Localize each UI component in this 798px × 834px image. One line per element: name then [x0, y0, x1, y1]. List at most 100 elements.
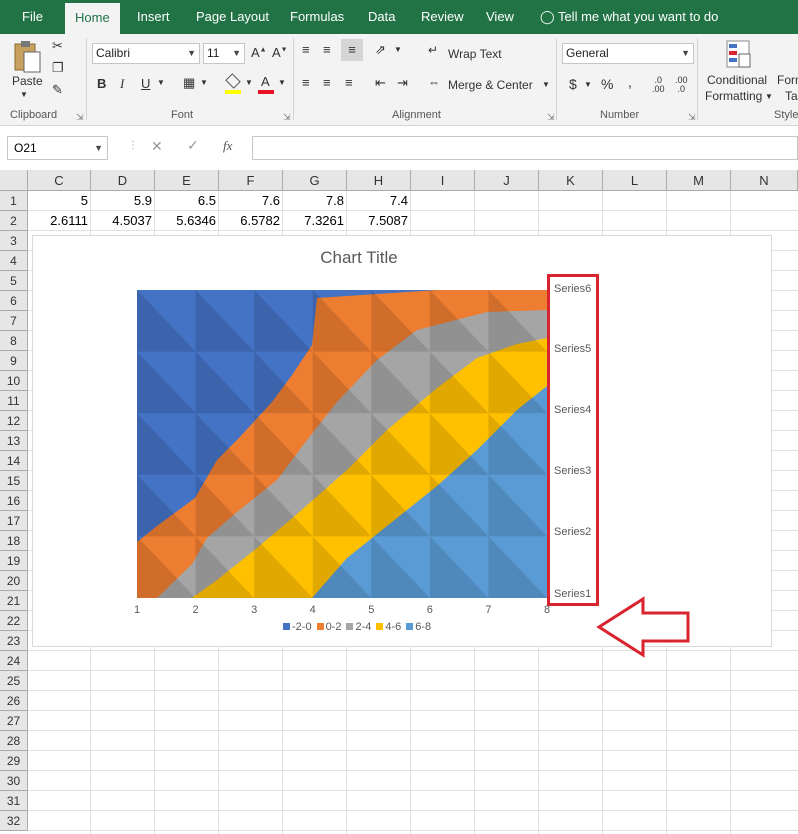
italic-icon[interactable]: I [120, 76, 124, 92]
orientation-icon[interactable]: ⇗ [375, 42, 386, 58]
row-header-28[interactable]: 28 [0, 731, 28, 751]
column-header-n[interactable]: N [731, 170, 798, 191]
chevron-down-icon[interactable]: ▼ [394, 45, 402, 54]
decrease-decimal-icon[interactable]: .00.0 [675, 76, 688, 94]
row-header-13[interactable]: 13 [0, 431, 28, 451]
chevron-down-icon[interactable]: ▼ [245, 78, 253, 87]
tab-data[interactable]: Data [368, 0, 395, 34]
tab-formulas[interactable]: Formulas [290, 0, 344, 34]
currency-button[interactable]: $ [569, 76, 577, 92]
row-header-24[interactable]: 24 [0, 651, 28, 671]
cell-h2[interactable]: 7.5087 [347, 211, 410, 231]
cell-d2[interactable]: 4.5037 [91, 211, 154, 231]
select-all-corner[interactable] [0, 170, 28, 191]
merge-center-button[interactable]: Merge & Center [448, 78, 533, 92]
row-header-5[interactable]: 5 [0, 271, 28, 291]
legend-item[interactable]: 6-8 [406, 621, 431, 633]
row-header-22[interactable]: 22 [0, 611, 28, 631]
row-header-3[interactable]: 3 [0, 231, 28, 251]
column-header-i[interactable]: I [411, 170, 475, 191]
tab-view[interactable]: View [486, 0, 514, 34]
chart-legend[interactable]: -2-0 0-2 2-4 4-6 6-8 [283, 621, 436, 633]
row-header-29[interactable]: 29 [0, 751, 28, 771]
conditional-formatting-button[interactable]: Conditional [707, 73, 767, 87]
column-header-c[interactable]: C [28, 170, 91, 191]
name-box[interactable]: O21 ▼ [7, 136, 108, 160]
row-header-26[interactable]: 26 [0, 691, 28, 711]
row-header-30[interactable]: 30 [0, 771, 28, 791]
fill-color-icon[interactable] [225, 73, 241, 94]
legend-item[interactable]: -2-0 [283, 621, 312, 633]
comma-button[interactable]: , [628, 74, 632, 90]
chevron-down-icon[interactable]: ▼ [584, 80, 592, 89]
chevron-down-icon[interactable]: ▼ [765, 92, 773, 101]
format-painter-icon[interactable]: ✎ [52, 82, 63, 98]
row-header-20[interactable]: 20 [0, 571, 28, 591]
cell-g2[interactable]: 7.3261 [283, 211, 346, 231]
tab-file[interactable]: File [22, 0, 43, 34]
align-center-icon[interactable]: ≡ [323, 75, 331, 90]
decrease-font-icon[interactable]: A▼ [272, 45, 288, 60]
row-header-25[interactable]: 25 [0, 671, 28, 691]
row-header-4[interactable]: 4 [0, 251, 28, 271]
row-header-9[interactable]: 9 [0, 351, 28, 371]
legend-item[interactable]: 0-2 [316, 621, 341, 633]
row-header-32[interactable]: 32 [0, 811, 28, 831]
row-header-6[interactable]: 6 [0, 291, 28, 311]
cell-f2[interactable]: 6.5782 [219, 211, 282, 231]
row-header-15[interactable]: 15 [0, 471, 28, 491]
chevron-down-icon[interactable]: ▼ [542, 80, 550, 89]
row-header-23[interactable]: 23 [0, 631, 28, 651]
row-header-14[interactable]: 14 [0, 451, 28, 471]
paste-icon[interactable] [12, 40, 42, 74]
legend-item[interactable]: 2-4 [346, 621, 371, 633]
column-header-l[interactable]: L [603, 170, 667, 191]
paste-button[interactable]: Paste [12, 74, 43, 88]
row-header-18[interactable]: 18 [0, 531, 28, 551]
row-header-8[interactable]: 8 [0, 331, 28, 351]
decrease-indent-icon[interactable]: ⇤ [375, 75, 386, 91]
increase-indent-icon[interactable]: ⇥ [397, 75, 408, 91]
wrap-text-button[interactable]: Wrap Text [448, 47, 502, 61]
percent-button[interactable]: % [601, 76, 613, 92]
resize-handle-icon[interactable]: ⋮ [128, 140, 138, 151]
row-header-7[interactable]: 7 [0, 311, 28, 331]
font-color-icon[interactable]: A [258, 74, 274, 94]
row-header-1[interactable]: 1 [0, 191, 28, 211]
row-header-21[interactable]: 21 [0, 591, 28, 611]
font-name-dropdown[interactable]: Calibri ▼ [92, 43, 200, 64]
bottom-align-icon[interactable]: ≡ [341, 39, 363, 61]
row-header-12[interactable]: 12 [0, 411, 28, 431]
copy-icon[interactable]: ❐ [52, 60, 64, 76]
chart-title[interactable]: Chart Title [33, 248, 685, 268]
chevron-down-icon[interactable]: ▼ [157, 78, 165, 87]
cancel-icon[interactable]: ✕ [151, 138, 163, 155]
increase-font-icon[interactable]: A▲ [251, 45, 267, 60]
number-launcher-icon[interactable]: ⇲ [688, 112, 696, 123]
row-header-10[interactable]: 10 [0, 371, 28, 391]
chevron-down-icon[interactable]: ▼ [278, 78, 286, 87]
cell-f1[interactable]: 7.6 [219, 191, 282, 211]
column-header-k[interactable]: K [539, 170, 603, 191]
font-size-dropdown[interactable]: 11 ▼ [203, 43, 245, 64]
row-header-17[interactable]: 17 [0, 511, 28, 531]
tab-insert[interactable]: Insert [137, 0, 170, 34]
align-right-icon[interactable]: ≡ [345, 75, 353, 90]
borders-icon[interactable]: ▦ [183, 75, 195, 91]
format-as-table-button[interactable]: Form [777, 73, 798, 87]
underline-icon[interactable]: U [141, 76, 150, 91]
row-header-16[interactable]: 16 [0, 491, 28, 511]
cell-c1[interactable]: 5 [28, 191, 90, 211]
row-header-11[interactable]: 11 [0, 391, 28, 411]
cell-c2[interactable]: 2.6111 [28, 211, 90, 231]
paste-dropdown-icon[interactable]: ▼ [20, 90, 28, 99]
middle-align-icon[interactable]: ≡ [323, 42, 331, 57]
cell-e1[interactable]: 6.5 [155, 191, 218, 211]
tab-page-layout[interactable]: Page Layout [196, 0, 269, 34]
increase-decimal-icon[interactable]: .0.00 [652, 76, 665, 94]
font-launcher-icon[interactable]: ⇲ [283, 112, 291, 123]
column-header-m[interactable]: M [667, 170, 731, 191]
column-header-g[interactable]: G [283, 170, 347, 191]
clipboard-launcher-icon[interactable]: ⇲ [76, 112, 84, 123]
cell-d1[interactable]: 5.9 [91, 191, 154, 211]
